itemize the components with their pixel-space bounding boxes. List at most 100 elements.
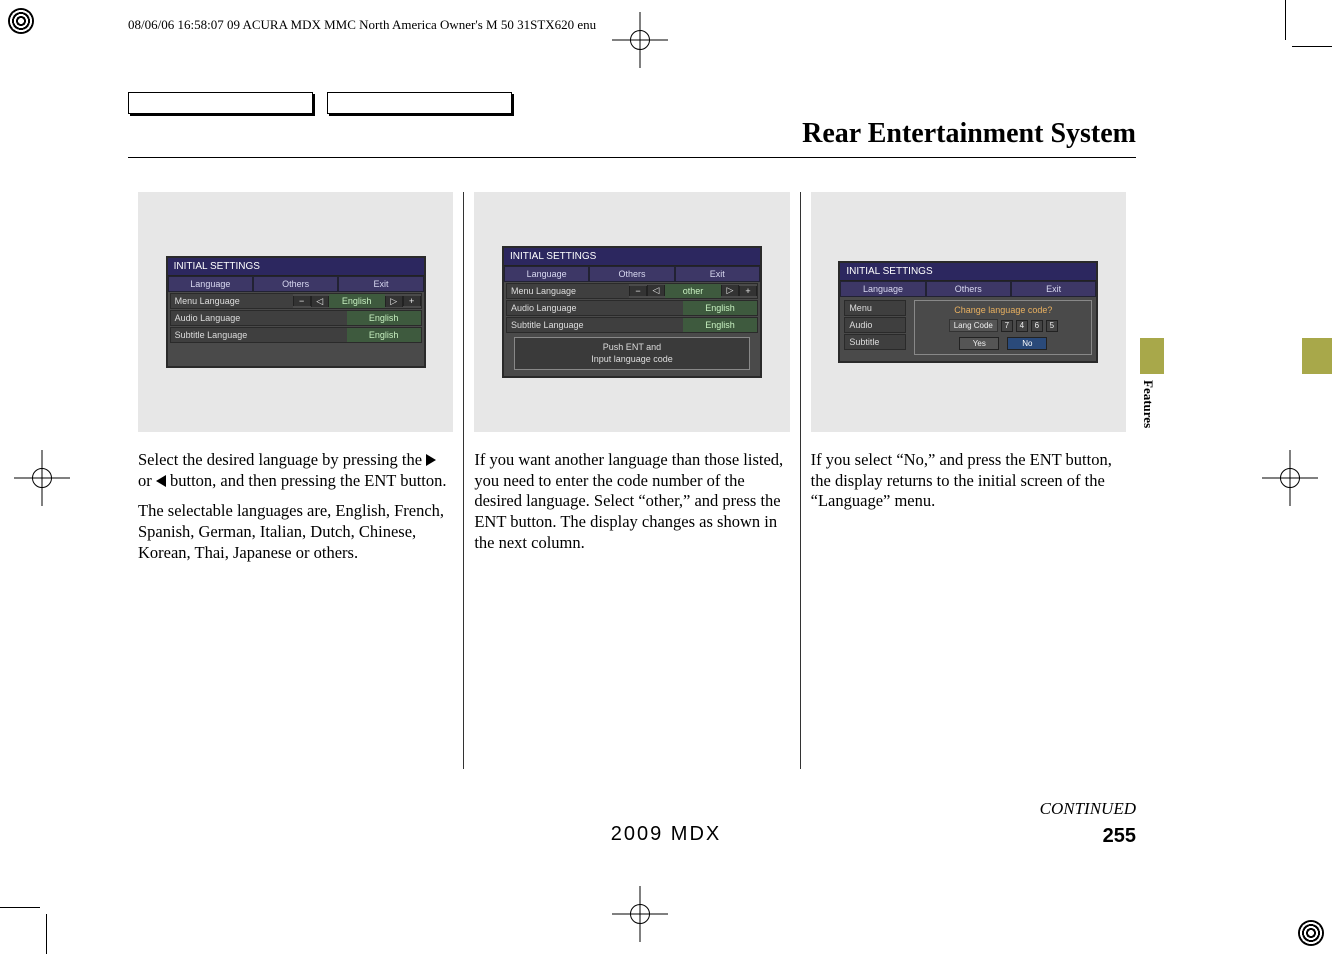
page-number: 255 — [1103, 825, 1136, 848]
row-menu-language[interactable]: Menu Language − ◁ English ▷ + — [170, 293, 422, 309]
section-tab-accent — [1302, 338, 1332, 374]
footer-model: 2009 MDX — [611, 823, 722, 846]
chevron-left-icon[interactable]: ◁ — [647, 285, 665, 296]
plus-icon[interactable]: + — [403, 296, 421, 306]
row-subtitle-language[interactable]: Subtitle Language English — [506, 317, 758, 333]
placeholder-box — [327, 92, 512, 114]
screen-illustration-1: INITIAL SETTINGS Language Others Exit Me… — [138, 192, 453, 432]
gui-title: INITIAL SETTINGS — [504, 248, 760, 266]
code-digit[interactable]: 7 — [1001, 320, 1013, 332]
minus-icon[interactable]: − — [293, 296, 311, 306]
screen-illustration-2: INITIAL SETTINGS Language Others Exit Me… — [474, 192, 789, 432]
section-tab-color — [1140, 338, 1164, 374]
gui-panel: INITIAL SETTINGS Language Others Exit Me… — [166, 256, 426, 368]
row-value: English — [683, 301, 757, 315]
registration-circle-icon — [1298, 920, 1324, 946]
lang-code-dialog: Change language code? Lang Code 7 4 6 5 … — [914, 300, 1092, 355]
code-digit[interactable]: 4 — [1016, 320, 1028, 332]
section-tab-label: Features — [1140, 374, 1156, 428]
chevron-right-icon[interactable]: ▷ — [721, 285, 739, 296]
tab-exit[interactable]: Exit — [338, 276, 423, 292]
crosshair-icon — [1262, 450, 1318, 506]
gui-panel: INITIAL SETTINGS Language Others Exit Me… — [838, 261, 1098, 363]
tab-language[interactable]: Language — [840, 281, 925, 297]
gui-title: INITIAL SETTINGS — [168, 258, 424, 276]
gui-tabs: Language Others Exit — [840, 281, 1096, 297]
body-text: If you select “No,” and press the ENT bu… — [811, 450, 1126, 512]
prompt-line: Input language code — [515, 354, 749, 366]
gui-tabs: Language Others Exit — [504, 266, 760, 282]
crosshair-icon — [612, 886, 668, 942]
crosshair-icon — [14, 450, 70, 506]
tab-language[interactable]: Language — [504, 266, 589, 282]
crop-mark — [1285, 0, 1286, 40]
body-text: Select the desired language by pressing … — [138, 450, 453, 563]
tab-others[interactable]: Others — [589, 266, 674, 282]
content-columns: INITIAL SETTINGS Language Others Exit Me… — [128, 192, 1136, 769]
gui-tabs: Language Others Exit — [168, 276, 424, 292]
registration-circle-icon — [8, 8, 34, 34]
body-text: If you want another language than those … — [474, 450, 789, 553]
row-subtitle-language[interactable]: Subtitle Language English — [170, 327, 422, 343]
yes-button[interactable]: Yes — [959, 337, 999, 350]
triangle-left-icon — [156, 475, 166, 487]
row-value: other — [665, 284, 721, 298]
stub-audio[interactable]: Audio — [844, 317, 906, 333]
row-label: Subtitle Language — [171, 328, 347, 342]
row-label: Audio Language — [171, 311, 347, 325]
row-label: Menu Language — [171, 294, 293, 308]
yes-no-buttons: Yes No — [919, 337, 1087, 350]
code-digit[interactable]: 6 — [1031, 320, 1043, 332]
lang-code-label: Lang Code — [949, 319, 998, 332]
placeholder-box — [128, 92, 313, 114]
chevron-right-icon[interactable]: ▷ — [385, 296, 403, 307]
horizontal-rule — [128, 157, 1136, 158]
stub-menu[interactable]: Menu — [844, 300, 906, 316]
paragraph: If you want another language than those … — [474, 450, 789, 553]
stub-subtitle[interactable]: Subtitle — [844, 334, 906, 350]
crop-mark — [46, 914, 47, 954]
chevron-left-icon[interactable]: ◁ — [311, 296, 329, 307]
column-3: INITIAL SETTINGS Language Others Exit Me… — [801, 192, 1136, 769]
row-value: English — [347, 328, 421, 342]
section-tab: Features — [1140, 338, 1164, 428]
lang-code-bar: Lang Code 7 4 6 5 — [919, 319, 1087, 332]
crop-mark — [1292, 46, 1332, 47]
no-button[interactable]: No — [1007, 337, 1047, 350]
dialog-question: Change language code? — [919, 305, 1087, 315]
gui-prompt: Push ENT and Input language code — [514, 337, 750, 370]
row-menu-language[interactable]: Menu Language − ◁ other ▷ + — [506, 283, 758, 299]
row-value: English — [347, 311, 421, 325]
code-digit[interactable]: 5 — [1046, 320, 1058, 332]
prompt-line: Push ENT and — [515, 342, 749, 354]
row-value: English — [329, 294, 385, 308]
paragraph: If you select “No,” and press the ENT bu… — [811, 450, 1126, 512]
continued-label: CONTINUED — [1040, 799, 1136, 819]
column-2: INITIAL SETTINGS Language Others Exit Me… — [464, 192, 799, 769]
placeholder-boxes — [128, 92, 512, 114]
gui-title: INITIAL SETTINGS — [840, 263, 1096, 281]
tab-exit[interactable]: Exit — [675, 266, 760, 282]
column-1: INITIAL SETTINGS Language Others Exit Me… — [128, 192, 463, 769]
paragraph: Select the desired language by pressing … — [138, 450, 453, 491]
crosshair-icon — [612, 12, 668, 68]
row-value: English — [683, 318, 757, 332]
tab-language[interactable]: Language — [168, 276, 253, 292]
tab-others[interactable]: Others — [253, 276, 338, 292]
paragraph: The selectable languages are, English, F… — [138, 501, 453, 563]
triangle-right-icon — [426, 454, 436, 466]
row-label: Menu Language — [507, 284, 629, 298]
tab-exit[interactable]: Exit — [1011, 281, 1096, 297]
crop-mark — [0, 907, 40, 908]
row-audio-language[interactable]: Audio Language English — [506, 300, 758, 316]
header-timestamp: 08/06/06 16:58:07 09 ACURA MDX MMC North… — [128, 17, 596, 33]
minus-icon[interactable]: − — [629, 286, 647, 296]
plus-icon[interactable]: + — [739, 286, 757, 296]
row-label: Audio Language — [507, 301, 683, 315]
section-title: Rear Entertainment System — [802, 118, 1136, 150]
row-audio-language[interactable]: Audio Language English — [170, 310, 422, 326]
screen-illustration-3: INITIAL SETTINGS Language Others Exit Me… — [811, 192, 1126, 432]
row-label: Subtitle Language — [507, 318, 683, 332]
gui-panel: INITIAL SETTINGS Language Others Exit Me… — [502, 246, 762, 378]
tab-others[interactable]: Others — [926, 281, 1011, 297]
